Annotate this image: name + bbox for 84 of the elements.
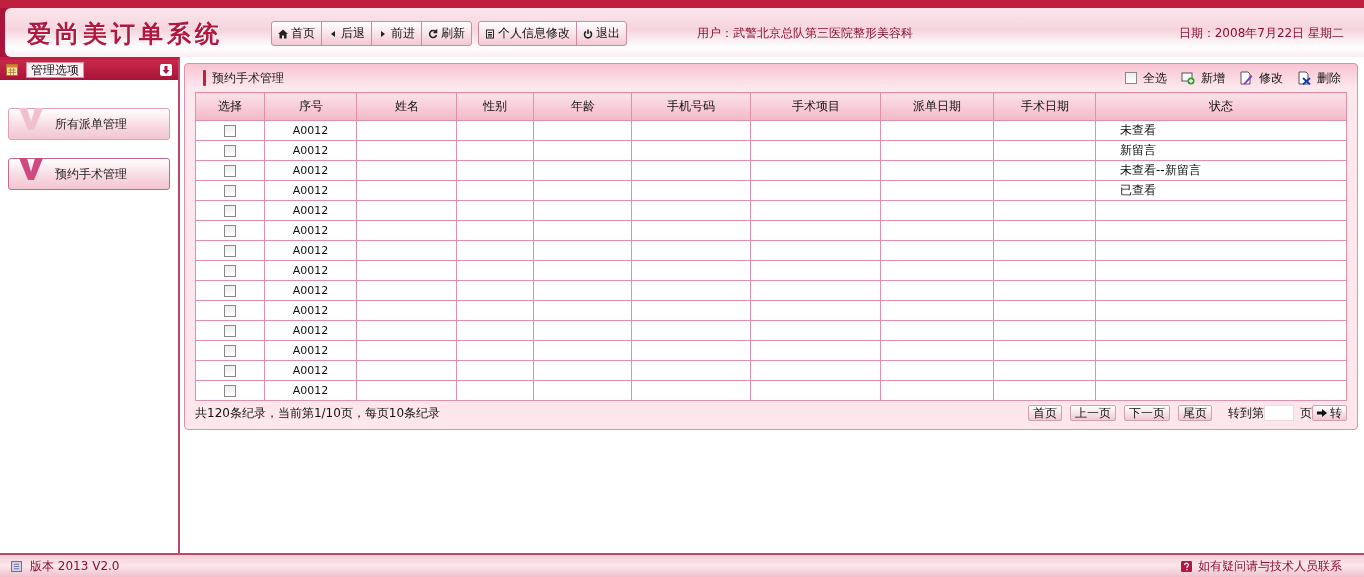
table-cell: A0012 [292,204,329,217]
column-header: 序号 [264,92,357,121]
toolbar-button[interactable]: 修改 [1239,69,1283,87]
row-checkbox[interactable] [224,345,236,357]
column-header: 手术日期 [993,92,1096,121]
home-icon [278,28,288,39]
table-cell: 已查看 [1120,183,1156,197]
table-cell: A0012 [292,364,329,377]
sidebar-item[interactable]: 预约手术管理 [8,158,170,190]
table-cell: A0012 [292,184,329,197]
help-icon[interactable] [1181,560,1192,572]
toolbar-button[interactable]: 新增 [1181,69,1225,87]
table-cell: A0012 [292,264,329,277]
refresh-icon [428,28,438,39]
table-cell: A0012 [292,384,329,397]
table-cell: A0012 [292,224,329,237]
nav-button[interactable]: 个人信息修改 [479,22,577,45]
row-checkbox[interactable] [224,125,236,137]
nav-button[interactable]: 首页 [272,22,322,45]
calendar-icon [6,64,18,76]
row-checkbox[interactable] [224,385,236,397]
column-header: 手术项目 [750,92,881,121]
select-all-checkbox[interactable]: 全选 [1125,69,1167,87]
page-unit-label: 页 [1300,404,1312,422]
nav-button[interactable]: 前进 [372,22,422,45]
row-checkbox[interactable] [224,205,236,217]
right-arrow-icon [1317,409,1327,417]
v-icon [19,158,43,180]
panel-title: 预约手术管理 [212,69,284,87]
row-checkbox[interactable] [224,325,236,337]
v-icon [19,108,43,130]
table-cell: 未查看 [1120,123,1156,137]
pager-button[interactable]: 上一页 [1070,405,1116,421]
table-cell: A0012 [292,124,329,137]
row-checkbox[interactable] [224,365,236,377]
version-label: 版本 2013 V2.0 [30,557,120,575]
power-icon [583,28,593,39]
table-cell: A0012 [292,344,329,357]
column-header: 年龄 [533,92,632,121]
row-checkbox[interactable] [224,225,236,237]
edit-icon [1239,71,1253,85]
table-cell: A0012 [292,304,329,317]
row-checkbox[interactable] [224,265,236,277]
nav-button[interactable]: 后退 [322,22,372,45]
row-checkbox[interactable] [224,305,236,317]
page-input[interactable] [1264,405,1294,421]
nav-button[interactable]: 刷新 [422,22,471,45]
down-arrow-icon[interactable] [160,64,172,76]
row-checkbox[interactable] [224,285,236,297]
column-header: 派单日期 [880,92,994,121]
sidebar-item[interactable]: 所有派单管理 [8,108,170,140]
column-header: 手机号码 [631,92,751,121]
column-header: 姓名 [356,92,457,121]
date-label: 日期：2008年7月22日 星期二 [1178,25,1344,42]
row-checkbox[interactable] [224,245,236,257]
app-logo: 爱尚美订单系统 [27,18,224,50]
row-checkbox[interactable] [224,185,236,197]
column-header: 性别 [456,92,534,121]
table-cell: 新留言 [1120,143,1156,157]
table-cell: A0012 [292,284,329,297]
add-icon [1181,71,1195,85]
column-header: 状态 [1095,92,1347,121]
help-text: 如有疑问请与技术人员联系 [1198,557,1342,575]
column-header: 选择 [195,92,265,121]
toolbar-button[interactable]: 删除 [1297,69,1341,87]
goto-label: 转到第 [1228,404,1264,422]
nav-button[interactable]: 退出 [577,22,626,45]
go-button[interactable]: 转 [1312,405,1347,421]
sidebar-title: 管理选项 [26,62,84,78]
table-cell: 未查看--新留言 [1120,163,1201,177]
pager-button[interactable]: 首页 [1028,405,1062,421]
row-checkbox[interactable] [224,165,236,177]
row-checkbox[interactable] [224,145,236,157]
record-summary: 共120条纪录，当前第1/10页，每页10条纪录 [195,404,441,422]
document-icon [11,560,22,572]
table-cell: A0012 [292,324,329,337]
table-cell: A0012 [292,164,329,177]
table-cell: A0012 [292,144,329,157]
list-icon [485,28,495,39]
user-label: 用户：武警北京总队第三医院整形美容科 [697,25,913,42]
pager-button[interactable]: 尾页 [1178,405,1212,421]
pager-button[interactable]: 下一页 [1124,405,1170,421]
delete-icon [1297,71,1311,85]
table-cell: A0012 [292,244,329,257]
